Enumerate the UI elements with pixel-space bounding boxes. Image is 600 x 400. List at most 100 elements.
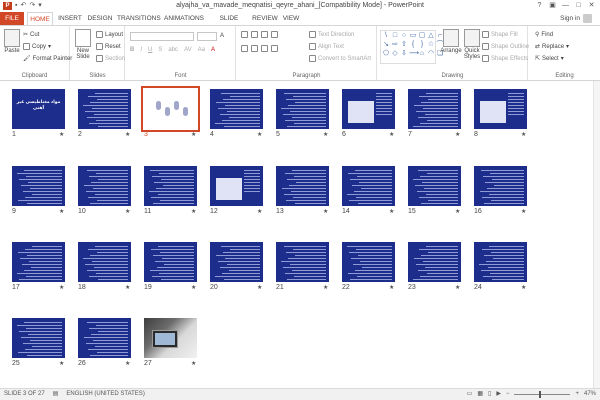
animation-star-icon[interactable]: ★ <box>59 131 64 138</box>
shape-item[interactable]: { <box>409 41 417 49</box>
slide-thumbnail[interactable] <box>474 89 527 129</box>
slide-thumbnail[interactable] <box>12 166 65 206</box>
zoom-out-button[interactable]: − <box>506 389 510 400</box>
bullets-icon[interactable] <box>241 31 248 38</box>
tab-view[interactable]: VIEW <box>281 12 301 25</box>
clear-formatting-button[interactable]: A <box>220 33 224 39</box>
shape-item[interactable]: ☆ <box>427 41 435 49</box>
animation-star-icon[interactable]: ★ <box>125 360 130 367</box>
tab-file[interactable]: FILE <box>0 12 24 25</box>
animation-star-icon[interactable]: ★ <box>521 284 526 291</box>
zoom-level[interactable]: 47% <box>584 389 596 400</box>
zoom-slider-thumb[interactable] <box>539 391 542 398</box>
slide-thumbnail[interactable] <box>78 89 131 129</box>
text-direction-button[interactable]: Text Direction <box>309 31 354 38</box>
spacing-button[interactable]: AV <box>184 47 192 53</box>
shape-item[interactable]: ⇩ <box>400 50 408 58</box>
animation-star-icon[interactable]: ★ <box>191 284 196 291</box>
animation-star-icon[interactable]: ★ <box>125 284 130 291</box>
replace-button[interactable]: ⇄ Replace ▾ <box>535 43 569 51</box>
format-painter-button[interactable]: 🖌 Format Painter <box>23 55 72 63</box>
bold-button[interactable]: B <box>130 47 134 53</box>
slide-thumbnail[interactable] <box>210 166 263 206</box>
slide-sorter[interactable]: مواد مغناطیسی غیر آهنی 1 ★ 2 ★ 3 ★ 4 ★ 5 ★ 6 ★ 7 ★ 8 ★ 9 ★… <box>0 81 600 388</box>
help-icon[interactable]: ? <box>533 0 546 11</box>
animation-star-icon[interactable]: ★ <box>323 284 328 291</box>
tab-insert[interactable]: INSERT <box>57 12 83 25</box>
new-slide-button[interactable]: New Slide <box>73 29 93 60</box>
shape-item[interactable]: ⇨ <box>391 41 399 49</box>
slide-thumbnail[interactable] <box>78 242 131 282</box>
sign-in-label[interactable]: Sign in <box>560 12 580 25</box>
slide-thumbnail[interactable] <box>276 89 329 129</box>
numbering-icon[interactable] <box>251 31 258 38</box>
slide-thumbnail[interactable]: مواد مغناطیسی غیر آهنی <box>12 89 65 129</box>
align-text-button[interactable]: Align Text <box>309 43 344 50</box>
strikethrough-button[interactable]: abc <box>168 47 178 53</box>
language-indicator[interactable]: ENGLISH (UNITED STATES) <box>66 389 144 400</box>
animation-star-icon[interactable]: ★ <box>125 131 130 138</box>
animation-star-icon[interactable]: ★ <box>59 284 64 291</box>
slide-thumbnail[interactable] <box>342 89 395 129</box>
shape-item[interactable]: ⟶ <box>409 50 419 58</box>
zoom-in-button[interactable]: + <box>575 389 579 400</box>
animation-star-icon[interactable]: ★ <box>59 208 64 215</box>
find-button[interactable]: ⚲ Find <box>535 31 553 39</box>
animation-star-icon[interactable]: ★ <box>191 360 196 367</box>
shape-effects-button[interactable]: Shape Effects <box>482 55 528 62</box>
font-color-button[interactable]: A <box>211 47 215 53</box>
layout-button[interactable]: Layout <box>96 31 123 38</box>
spelling-icon[interactable]: ▤ <box>53 389 59 400</box>
tab-slide-show[interactable]: SLIDE SHOW <box>209 12 249 35</box>
shapes-gallery[interactable]: \ □ ○ ▭ ▢ △ ⌐ ↘ ⇨ ⇧ { } ☆ ⌒ ⬠ ◇ ⇩ ⟶ ⌂ ◠ … <box>380 30 444 64</box>
reset-button[interactable]: Reset <box>96 43 121 50</box>
animation-star-icon[interactable]: ★ <box>257 284 262 291</box>
section-button[interactable]: Section <box>96 55 125 62</box>
quick-styles-button[interactable]: Quick Styles <box>462 29 482 60</box>
tab-review[interactable]: REVIEW <box>251 12 279 25</box>
slide-thumbnail[interactable] <box>408 242 461 282</box>
align-center-icon[interactable] <box>251 45 258 52</box>
copy-button[interactable]: Copy ▾ <box>23 43 51 50</box>
maximize-button[interactable]: □ <box>572 0 585 11</box>
shape-item[interactable]: △ <box>427 32 435 40</box>
slide-thumbnail[interactable] <box>276 242 329 282</box>
animation-star-icon[interactable]: ★ <box>323 131 328 138</box>
slide-thumbnail[interactable] <box>408 166 461 206</box>
zoom-slider[interactable] <box>514 391 571 398</box>
shape-outline-button[interactable]: Shape Outline <box>482 43 529 50</box>
animation-star-icon[interactable]: ★ <box>191 131 196 138</box>
shape-item[interactable]: ○ <box>400 32 408 40</box>
cut-button[interactable]: ✂ Cut <box>23 31 39 39</box>
increase-indent-icon[interactable] <box>271 31 278 38</box>
font-family-dropdown[interactable] <box>130 32 194 41</box>
slide-thumbnail[interactable] <box>342 242 395 282</box>
animation-star-icon[interactable]: ★ <box>455 284 460 291</box>
animation-star-icon[interactable]: ★ <box>125 208 130 215</box>
select-button[interactable]: ⇱ Select ▾ <box>535 55 564 63</box>
tab-transitions[interactable]: TRANSITIONS <box>117 12 161 25</box>
slide-thumbnail[interactable] <box>210 242 263 282</box>
slide-thumbnail[interactable] <box>210 89 263 129</box>
normal-view-icon[interactable]: ▭ <box>467 389 473 400</box>
slide-thumbnail[interactable] <box>474 166 527 206</box>
shape-item[interactable]: ⬠ <box>382 50 390 58</box>
shape-item[interactable]: ◇ <box>391 50 399 58</box>
reading-view-icon[interactable]: ▯ <box>488 389 491 400</box>
shape-item[interactable]: \ <box>382 32 390 40</box>
shadow-button[interactable]: S <box>158 47 162 53</box>
italic-button[interactable]: I <box>140 47 142 53</box>
avatar[interactable] <box>583 14 592 23</box>
align-left-icon[interactable] <box>241 45 248 52</box>
animation-star-icon[interactable]: ★ <box>521 208 526 215</box>
vertical-scrollbar[interactable] <box>593 81 600 388</box>
shape-item[interactable]: ▭ <box>409 32 417 40</box>
animation-star-icon[interactable]: ★ <box>389 208 394 215</box>
animation-star-icon[interactable]: ★ <box>455 208 460 215</box>
change-case-button[interactable]: Aa <box>198 47 205 53</box>
animation-star-icon[interactable]: ★ <box>59 360 64 367</box>
font-size-dropdown[interactable] <box>197 32 217 41</box>
slide-thumbnail[interactable] <box>276 166 329 206</box>
sign-in[interactable]: Sign in <box>560 12 592 25</box>
close-button[interactable]: ✕ <box>585 0 598 11</box>
